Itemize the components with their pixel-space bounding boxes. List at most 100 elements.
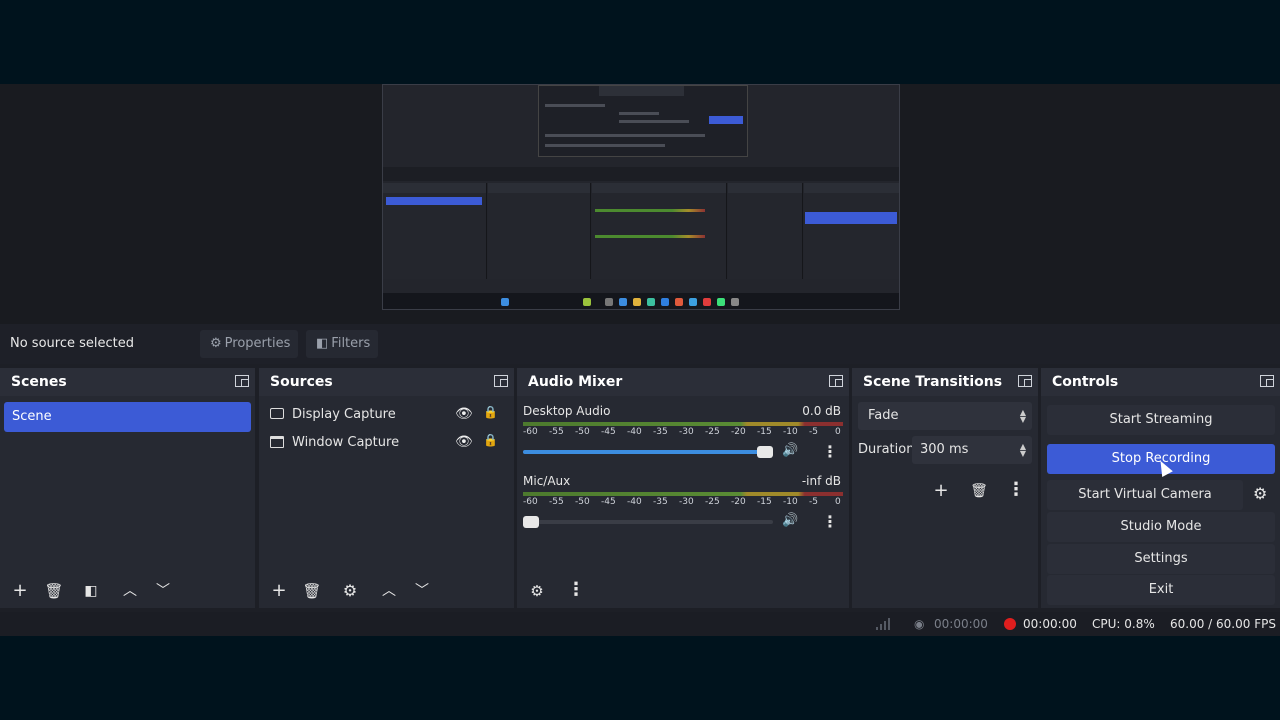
channel-db: 0.0 dB xyxy=(802,404,841,418)
undock-icon[interactable] xyxy=(494,375,508,387)
meter-tick-label: -60 xyxy=(523,497,538,507)
meter-tick-label: -25 xyxy=(705,497,720,507)
remove-source-button[interactable]: 🗑 xyxy=(299,578,325,604)
eye-icon[interactable]: 👁 xyxy=(455,434,473,450)
kebab-menu-icon[interactable]: ⋮ xyxy=(822,512,838,531)
meter-tick-label: -35 xyxy=(653,497,668,507)
preview-capture-image xyxy=(382,84,900,310)
volume-slider-handle[interactable] xyxy=(757,446,773,458)
lock-icon[interactable]: 🔒 xyxy=(483,433,498,447)
advanced-audio-button[interactable]: ⚙ xyxy=(524,578,550,604)
scene-transitions-dock-header: Scene Transitions xyxy=(852,368,1038,396)
undock-icon[interactable] xyxy=(829,375,843,387)
nested-controls-dock xyxy=(804,183,899,279)
exit-button[interactable]: Exit xyxy=(1047,575,1275,605)
video-letterbox-bottom xyxy=(0,636,1280,720)
source-item-display-capture[interactable]: Display Capture 👁 🔒 xyxy=(259,402,509,428)
meter-tick-label: 0 xyxy=(835,497,841,507)
transition-select[interactable]: Fade ▲ ▼ xyxy=(858,402,1032,430)
volume-meter xyxy=(523,492,843,496)
meter-tick-label: -50 xyxy=(575,497,590,507)
start-virtual-camera-button[interactable]: Start Virtual Camera xyxy=(1047,480,1243,510)
trash-icon: 🗑 xyxy=(44,582,64,600)
meter-tick-label: -10 xyxy=(783,497,798,507)
stream-time: 00:00:00 xyxy=(934,617,988,631)
video-letterbox-top xyxy=(0,0,1280,84)
start-streaming-button[interactable]: Start Streaming xyxy=(1047,405,1275,435)
speaker-icon[interactable]: 🔊 xyxy=(782,513,798,528)
eye-icon[interactable]: 👁 xyxy=(455,406,473,422)
spinner-icon[interactable]: ▲ ▼ xyxy=(1020,443,1026,458)
plus-icon: + xyxy=(271,580,287,601)
nested-scene-selection xyxy=(386,197,482,205)
source-label: Display Capture xyxy=(292,407,396,422)
sources-title: Sources xyxy=(270,374,333,390)
plus-icon: + xyxy=(933,480,949,501)
move-scene-up-button[interactable]: ︿ xyxy=(117,578,143,604)
nested-sources-dock xyxy=(488,183,591,279)
undock-icon[interactable] xyxy=(235,375,249,387)
source-label: Window Capture xyxy=(292,435,400,450)
trash-icon: 🗑 xyxy=(302,582,322,600)
fps-readout: 60.00 / 60.00 FPS xyxy=(1170,617,1276,631)
volume-slider-handle[interactable] xyxy=(523,516,539,528)
source-properties-button[interactable]: ⚙ xyxy=(337,578,363,604)
scene-filters-button[interactable]: ◧ xyxy=(78,578,104,604)
undock-icon[interactable] xyxy=(1018,375,1032,387)
chevron-down-icon: ﹀ xyxy=(156,583,170,599)
context-bar: No source selected ⚙ Properties ◧ Filters xyxy=(0,324,1280,364)
undock-icon[interactable] xyxy=(1260,375,1274,387)
meter-tick-label: -60 xyxy=(523,427,538,437)
channel-db: -inf dB xyxy=(801,474,841,488)
nested-transitions-dock xyxy=(728,183,803,279)
nested-meter-1 xyxy=(595,209,705,212)
meter-tick-label: -35 xyxy=(653,427,668,437)
volume-slider[interactable] xyxy=(523,446,773,458)
meter-tick-label: -30 xyxy=(679,497,694,507)
remove-transition-button[interactable]: 🗑 xyxy=(966,478,992,504)
meter-tick-label: -40 xyxy=(627,497,642,507)
settings-button[interactable]: Settings xyxy=(1047,544,1275,574)
remove-scene-button[interactable]: 🗑 xyxy=(41,578,67,604)
nested-taskbar xyxy=(383,293,899,309)
scene-item[interactable]: Scene xyxy=(4,402,251,432)
filters-button[interactable]: ◧ Filters xyxy=(306,330,378,358)
scene-transitions-title: Scene Transitions xyxy=(863,374,1003,390)
signal-bars-icon xyxy=(876,618,890,630)
add-source-button[interactable]: + xyxy=(266,578,292,604)
virtual-camera-settings-icon[interactable]: ⚙ xyxy=(1253,484,1267,503)
nested-preview-window xyxy=(538,85,748,157)
chevron-down-icon: ﹀ xyxy=(415,583,429,599)
transition-menu-button[interactable]: ⋮ xyxy=(1003,477,1029,503)
meter-tick-label: -55 xyxy=(549,497,564,507)
source-item-window-capture[interactable]: Window Capture 👁 🔒 xyxy=(259,430,509,456)
add-scene-button[interactable]: + xyxy=(7,578,33,604)
record-icon xyxy=(1004,618,1016,630)
controls-title: Controls xyxy=(1052,374,1119,390)
lock-icon[interactable]: 🔒 xyxy=(483,405,498,419)
speaker-icon[interactable]: 🔊 xyxy=(782,443,798,458)
move-source-down-button[interactable]: ﹀ xyxy=(409,578,435,604)
nested-meter-2 xyxy=(595,235,705,238)
duration-label: Duration xyxy=(858,442,915,457)
properties-button[interactable]: ⚙ Properties xyxy=(200,330,298,358)
move-scene-down-button[interactable]: ﹀ xyxy=(150,578,176,604)
properties-label: Properties xyxy=(224,336,291,351)
studio-mode-button[interactable]: Studio Mode xyxy=(1047,512,1275,542)
scenes-dock: Scenes Scene + 🗑 ◧ ︿ ﹀ xyxy=(0,368,255,608)
volume-slider[interactable] xyxy=(523,516,773,528)
duration-input[interactable]: 300 ms ▲ ▼ xyxy=(912,436,1032,464)
move-source-up-button[interactable]: ︿ xyxy=(376,578,402,604)
nested-stop-recording xyxy=(805,212,897,224)
meter-tick-label: 0 xyxy=(835,427,841,437)
meter-ticks: -60 -55 -50 -45 -40 -35 -30 -25 -20 -15 -10 -5 0 xyxy=(523,427,845,441)
preview-area[interactable] xyxy=(0,84,1280,324)
filter-icon: ◧ xyxy=(84,583,98,599)
kebab-menu-icon[interactable]: ⋮ xyxy=(822,442,838,461)
plus-icon: + xyxy=(12,580,28,601)
trash-icon: 🗑 xyxy=(970,483,988,499)
mixer-menu-button[interactable]: ⋮ xyxy=(563,577,589,603)
meter-tick-label: -50 xyxy=(575,427,590,437)
scene-transitions-dock: Scene Transitions Fade ▲ ▼ Duration 300 m… xyxy=(852,368,1038,608)
add-transition-button[interactable]: + xyxy=(928,478,954,504)
